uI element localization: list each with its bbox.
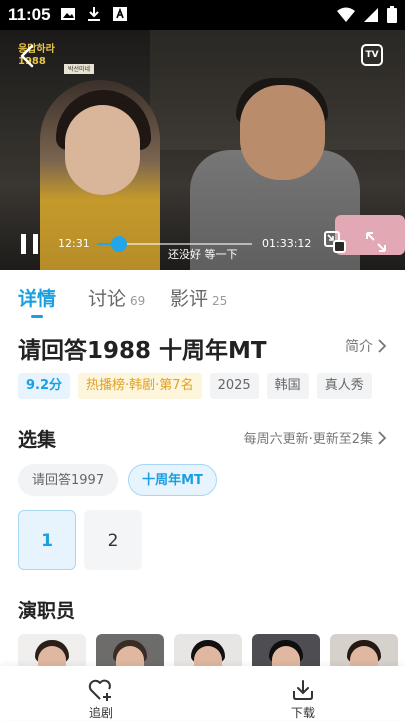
tag-row: 9.2分 热播榜·韩剧·第7名 2025 韩国 真人秀 — [18, 373, 372, 399]
content-tabs: 详情 讨论 69 影评 25 — [0, 270, 405, 320]
wifi-icon — [337, 7, 355, 22]
heart-plus-icon — [88, 679, 111, 701]
cast-title: 演职员 — [18, 600, 76, 622]
download-icon — [293, 680, 313, 700]
danmaku-tooltip: 还没好 等一下 — [168, 248, 238, 261]
chevron-right-icon — [378, 339, 387, 353]
score-tag: 9.2分 — [18, 373, 71, 399]
download-icon — [88, 7, 100, 21]
region-tag: 韩国 — [266, 373, 309, 399]
status-bar: 11:05 — [0, 0, 405, 30]
episodes-title: 选集 — [18, 429, 57, 451]
episode-item[interactable]: 2 — [84, 510, 142, 570]
chevron-right-icon — [378, 430, 387, 445]
tab-reviews[interactable]: 影评 25 — [170, 284, 227, 311]
tab-details[interactable]: 详情 — [18, 284, 56, 311]
status-time: 11:05 — [8, 5, 51, 24]
progress-bar[interactable] — [97, 236, 252, 252]
bottom-action-bar: 追剧 下载 — [0, 666, 405, 720]
ranking-tag[interactable]: 热播榜·韩剧·第7名 — [78, 373, 202, 399]
tv-cast-button[interactable]: TV — [361, 44, 383, 66]
episodes-more-link[interactable]: 每周六更新·更新至2集 — [244, 428, 387, 447]
signal-icon — [364, 7, 378, 22]
season-pill[interactable]: 请回答1997 — [18, 464, 119, 496]
episode-list: 1 2 — [18, 510, 142, 570]
image-icon — [61, 8, 75, 20]
intro-link[interactable]: 简介 — [345, 336, 387, 356]
season-pill-active[interactable]: 十周年MT — [128, 464, 217, 496]
video-player[interactable]: 응답하라 1988 박선미네 TV 12:31 还没好 等一下 01:33:12 — [0, 30, 405, 270]
tab-indicator — [31, 315, 43, 318]
page-title: 请回答1988 十周年MT — [18, 338, 267, 364]
progress-knob[interactable] — [111, 236, 127, 252]
episode-item-active[interactable]: 1 — [18, 510, 76, 570]
battery-icon — [387, 6, 397, 23]
picture-in-picture-icon[interactable] — [323, 230, 347, 254]
pause-button[interactable] — [18, 232, 42, 256]
font-icon — [113, 7, 127, 21]
follow-button[interactable]: 追剧 — [61, 678, 141, 721]
scene-badge: 박선미네 — [64, 64, 94, 74]
current-time: 12:31 — [58, 237, 90, 250]
tab-discussion[interactable]: 讨论 69 — [88, 284, 145, 311]
total-time: 01:33:12 — [262, 237, 312, 250]
genre-tag: 真人秀 — [316, 373, 372, 399]
back-icon[interactable] — [14, 42, 42, 70]
player-controls: 12:31 还没好 等一下 01:33:12 — [0, 220, 405, 270]
fullscreen-icon[interactable] — [364, 230, 388, 254]
year-tag: 2025 — [209, 373, 259, 399]
season-selector: 请回答1997 十周年MT — [18, 464, 217, 496]
download-button[interactable]: 下载 — [263, 678, 343, 721]
